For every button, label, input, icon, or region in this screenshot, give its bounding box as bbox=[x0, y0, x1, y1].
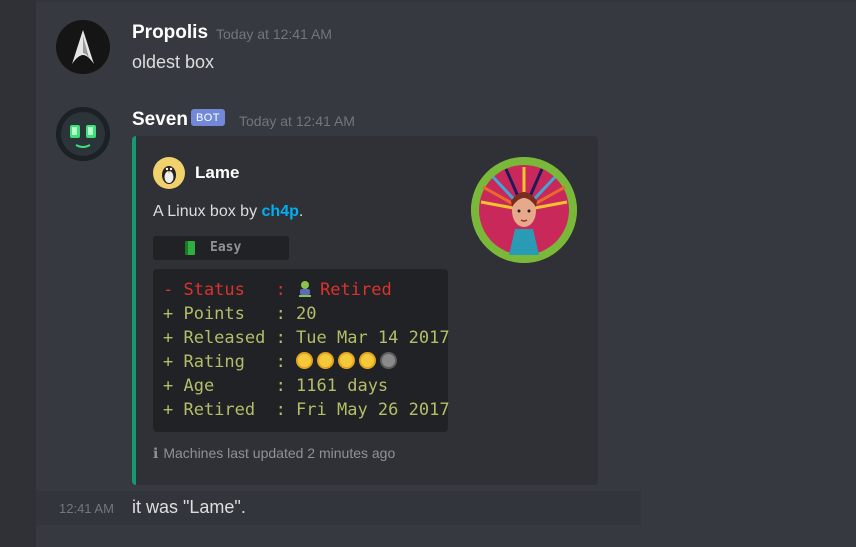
footer-text: Machines last updated 2 minutes ago bbox=[163, 445, 396, 461]
box-thumbnail[interactable] bbox=[471, 157, 577, 263]
description-suffix: . bbox=[298, 203, 304, 220]
description-text: A Linux box by bbox=[153, 203, 262, 220]
avatar-seven[interactable] bbox=[56, 107, 110, 161]
message-seven: Seven BOT Today at 12:41 AM Lame A Linux… bbox=[36, 0, 856, 490]
stats-retired-line: + Retired : Fri May 26 2017 bbox=[163, 400, 450, 420]
box-embed: Lame A Linux box by ch4p. Easy - Status … bbox=[132, 136, 598, 485]
empty-moon-icon bbox=[380, 352, 398, 369]
status-key: - Status : bbox=[163, 280, 297, 300]
green-book-icon bbox=[185, 241, 195, 255]
rating-key: + Rating : bbox=[163, 352, 297, 372]
stats-age-line: + Age : 1161 days bbox=[163, 376, 389, 396]
penguin-icon bbox=[153, 157, 185, 189]
bot-badge: BOT bbox=[191, 109, 225, 126]
left-gutter bbox=[0, 0, 36, 547]
difficulty-badge: Easy bbox=[153, 236, 289, 260]
creator-link[interactable]: ch4p bbox=[262, 203, 299, 220]
stats-status-line: - Status : Retired bbox=[163, 280, 392, 300]
robot-face-icon bbox=[56, 107, 110, 161]
info-icon: ℹ bbox=[153, 445, 159, 461]
message-continuation[interactable]: 12:41 AM it was "Lame". bbox=[36, 491, 641, 525]
timestamp: Today at 12:41 AM bbox=[239, 113, 355, 129]
message-text: it was "Lame". bbox=[132, 497, 246, 517]
star-coin-icon bbox=[359, 352, 377, 369]
stats-released-line: + Released : Tue Mar 14 2017 bbox=[163, 328, 450, 348]
inline-timestamp: 12:41 AM bbox=[59, 501, 114, 516]
star-coin-icon bbox=[296, 352, 314, 369]
zombie-icon bbox=[296, 280, 314, 298]
username-seven[interactable]: Seven bbox=[132, 109, 188, 131]
embed-author-name[interactable]: Lame bbox=[195, 163, 239, 183]
stats-points-line: + Points : 20 bbox=[163, 304, 317, 324]
status-value: Retired bbox=[320, 280, 392, 300]
star-coin-icon bbox=[338, 352, 356, 369]
stats-codeblock: - Status : Retired + Points : 20 + Relea… bbox=[153, 269, 450, 432]
embed-footer: ℹ Machines last updated 2 minutes ago bbox=[153, 445, 395, 462]
stats-rating-line: + Rating : bbox=[163, 352, 401, 372]
difficulty-label: Easy bbox=[210, 240, 242, 255]
box-avatar-image-icon bbox=[471, 157, 577, 263]
embed-description: A Linux box by ch4p. bbox=[153, 203, 303, 221]
star-coin-icon bbox=[317, 352, 335, 369]
